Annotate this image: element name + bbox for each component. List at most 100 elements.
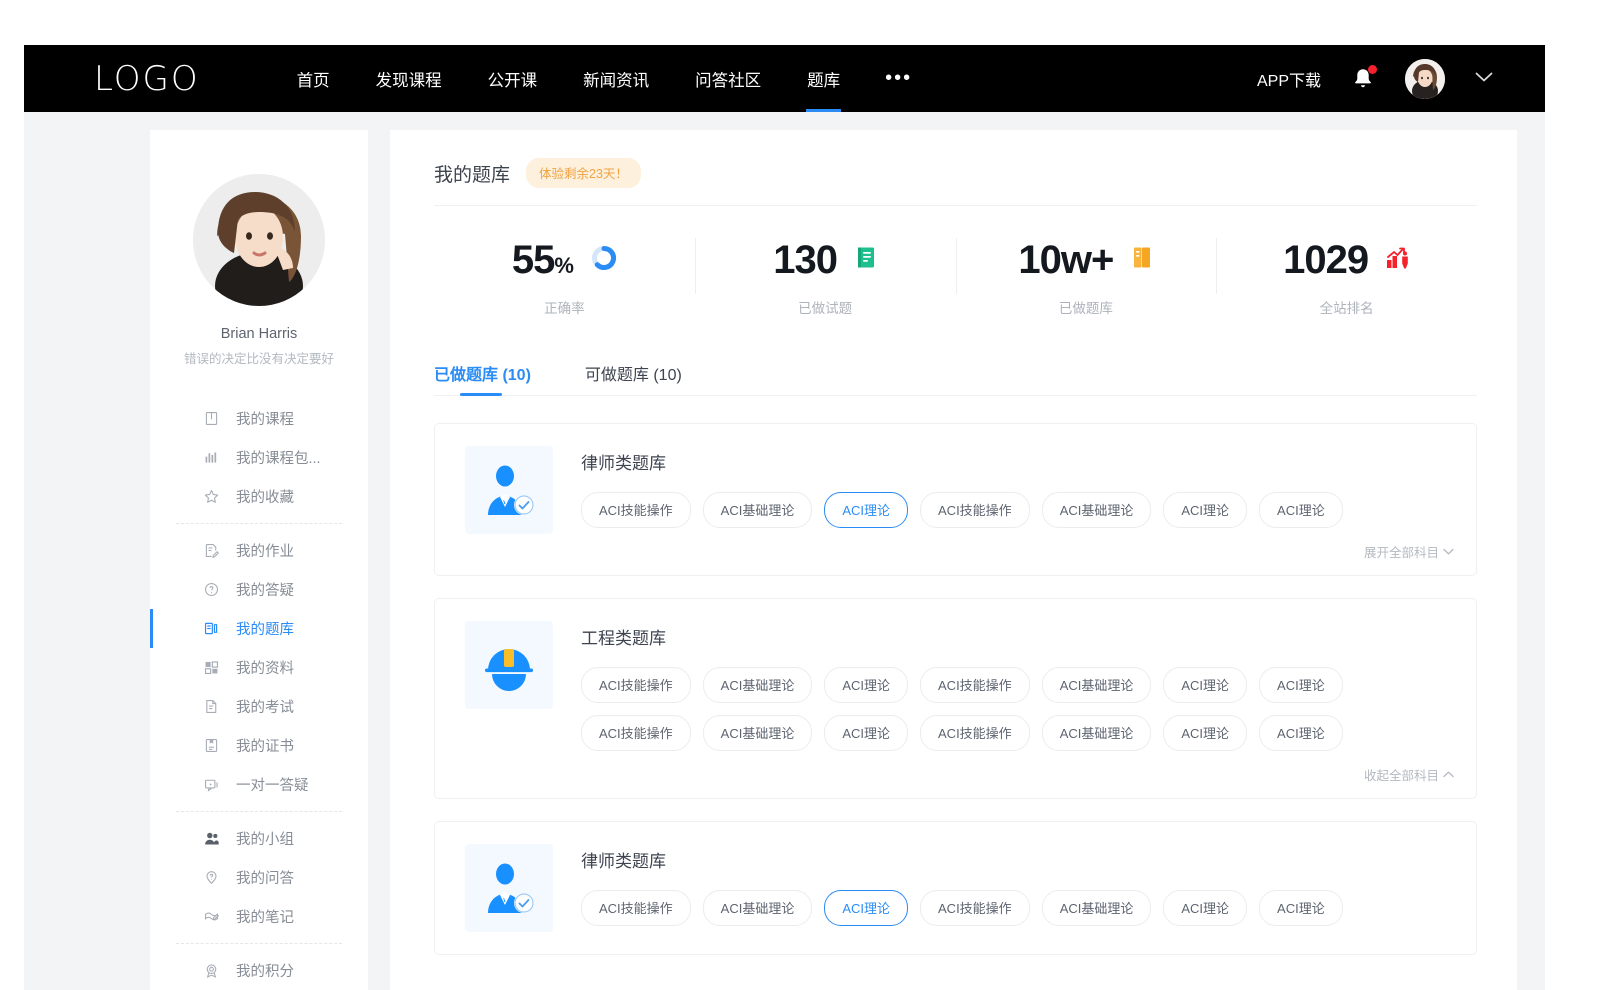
stat-value: 55% — [512, 240, 573, 280]
hard-hat-icon — [465, 621, 553, 709]
subject-tag[interactable]: ACI理论 — [1259, 890, 1343, 926]
subject-tag[interactable]: ACI技能操作 — [581, 890, 691, 926]
subject-tag[interactable]: ACI技能操作 — [920, 715, 1030, 751]
tag-row: ACI技能操作 ACI基础理论 ACI理论 ACI技能操作 ACI基础理论 ACI理论 AC… — [581, 492, 1454, 528]
certificate-icon — [202, 736, 220, 754]
content-tabs: 已做题库 (10) 可做题库 (10) — [434, 361, 1477, 396]
subject-tag[interactable]: ACI理论 — [1259, 715, 1343, 751]
stat-card-2: 10w+已做题库 — [956, 230, 1217, 323]
sidebar-item-9[interactable]: 一对一答疑 — [150, 765, 368, 804]
stat-label: 已做试题 — [798, 297, 852, 317]
card-footer: 收起全部科目 — [581, 763, 1454, 786]
medal-icon — [202, 961, 220, 979]
subject-tag[interactable]: ACI基础理论 — [1042, 667, 1152, 703]
subject-tag[interactable]: ACI基础理论 — [1042, 492, 1152, 528]
subject-tag[interactable]: ACI基础理论 — [703, 492, 813, 528]
card-title: 律师类题库 — [581, 847, 1454, 872]
subject-tag[interactable]: ACI理论 — [1163, 492, 1247, 528]
sidebar-item-label: 我的小组 — [236, 828, 294, 849]
chevron-down-icon[interactable] — [1475, 70, 1493, 88]
green-book-icon — [855, 246, 877, 275]
question-bank-card[interactable]: 律师类题库 ACI技能操作 ACI基础理论 ACI理论 ACI技能操作 ACI基础理论 AC… — [434, 821, 1477, 955]
user-name: Brian Harris — [166, 326, 352, 342]
stat-value-row: 130 — [773, 240, 877, 280]
question-bank-icon — [202, 619, 220, 637]
question-bank-card[interactable]: 律师类题库ACI技能操作ACI基础理论ACI理论ACI技能操作ACI基础理论AC… — [434, 423, 1477, 576]
card-body: 律师类题库ACI技能操作ACI基础理论ACI理论ACI技能操作ACI基础理论AC… — [581, 446, 1454, 563]
sidebar-item-13[interactable]: 我的积分 — [150, 951, 368, 990]
profile-card-icon — [202, 658, 220, 676]
subject-tag[interactable]: ACI基础理论 — [1042, 715, 1152, 751]
chat-box-icon — [202, 775, 220, 793]
notification-badge-dot — [1368, 65, 1377, 74]
subject-tag[interactable]: ACI理论 — [1163, 715, 1247, 751]
subject-tag[interactable]: ACI技能操作 — [920, 890, 1030, 926]
sidebar-item-7[interactable]: 我的考试 — [150, 687, 368, 726]
avatar[interactable] — [1405, 59, 1445, 99]
user-profile: Brian Harris 错误的决定比没有决定要好 — [150, 174, 368, 369]
subject-tag[interactable]: ACI基础理论 — [703, 715, 813, 751]
card-body: 工程类题库ACI技能操作ACI基础理论ACI理论ACI技能操作ACI基础理论AC… — [581, 621, 1454, 786]
sidebar-item-10[interactable]: 我的小组 — [150, 819, 368, 858]
main-nav: 首页发现课程公开课新闻资讯问答社区题库 — [274, 45, 864, 112]
card-title: 工程类题库 — [581, 624, 1454, 649]
subject-tag[interactable]: ACI理论 — [824, 715, 908, 751]
sidebar-item-label: 我的问答 — [236, 867, 294, 888]
sidebar-menu: 我的课程我的课程包...我的收藏我的作业我的答疑我的题库我的资料我的考试我的证书… — [150, 399, 368, 990]
subject-tag[interactable]: ACI技能操作 — [920, 492, 1030, 528]
stat-label: 正确率 — [544, 297, 585, 317]
subject-tag[interactable]: ACI理论 — [1259, 492, 1343, 528]
subject-tag[interactable]: ACI技能操作 — [581, 492, 691, 528]
site-logo[interactable]: LOGO — [94, 59, 200, 99]
expand-subjects-link[interactable]: 收起全部科目 — [1364, 765, 1454, 784]
app-page: LOGO 首页发现课程公开课新闻资讯问答社区题库 ••• APP下载 — [24, 45, 1545, 990]
stat-value: 10w+ — [1018, 240, 1113, 280]
red-rank-icon — [1386, 247, 1410, 274]
nav-item-3[interactable]: 新闻资讯 — [560, 45, 672, 112]
nav-item-5[interactable]: 题库 — [784, 45, 863, 112]
sidebar-item-0[interactable]: 我的课程 — [150, 399, 368, 438]
sidebar-item-3[interactable]: 我的作业 — [150, 531, 368, 570]
subject-tag[interactable]: ACI理论 — [824, 890, 908, 926]
question-bank-card[interactable]: 工程类题库ACI技能操作ACI基础理论ACI理论ACI技能操作ACI基础理论AC… — [434, 598, 1477, 799]
sidebar-item-8[interactable]: 我的证书 — [150, 726, 368, 765]
subject-tag[interactable]: ACI基础理论 — [1042, 890, 1152, 926]
page-header: 我的题库 体验剩余23天！ — [434, 158, 1477, 206]
sidebar-item-12[interactable]: 我的笔记 — [150, 897, 368, 936]
question-bank-list: 律师类题库ACI技能操作ACI基础理论ACI理论ACI技能操作ACI基础理论AC… — [434, 423, 1477, 955]
subject-tag[interactable]: ACI基础理论 — [703, 667, 813, 703]
sidebar-item-label: 我的考试 — [236, 696, 294, 717]
sidebar-item-4[interactable]: 我的答疑 — [150, 570, 368, 609]
subject-tag[interactable]: ACI理论 — [824, 492, 908, 528]
subject-tag[interactable]: ACI技能操作 — [581, 667, 691, 703]
nav-item-1[interactable]: 发现课程 — [353, 45, 465, 112]
subject-tag[interactable]: ACI技能操作 — [581, 715, 691, 751]
sidebar-item-11[interactable]: 我的问答 — [150, 858, 368, 897]
notification-bell-icon[interactable] — [1351, 66, 1375, 92]
tag-row: ACI技能操作 ACI基础理论 ACI理论 ACI技能操作 ACI基础理论 ACI理论 AC… — [581, 715, 1454, 751]
subject-tag[interactable]: ACI理论 — [1163, 890, 1247, 926]
nav-item-0[interactable]: 首页 — [274, 45, 353, 112]
expand-subjects-link[interactable]: 展开全部科目 — [1364, 542, 1454, 561]
sidebar-divider — [176, 523, 342, 524]
subject-tag[interactable]: ACI理论 — [824, 667, 908, 703]
app-download-link[interactable]: APP下载 — [1257, 67, 1321, 91]
main-content: 我的题库 体验剩余23天！ 55%正确率130已做试题10w+已做题库1029全… — [390, 130, 1517, 990]
subject-tag[interactable]: ACI基础理论 — [703, 890, 813, 926]
card-footer: 展开全部科目 — [581, 540, 1454, 563]
subject-tag[interactable]: ACI理论 — [1259, 667, 1343, 703]
sidebar-item-5[interactable]: 我的题库 — [150, 609, 368, 648]
subject-tag[interactable]: ACI理论 — [1163, 667, 1247, 703]
page-body: Brian Harris 错误的决定比没有决定要好 我的课程我的课程包...我的… — [24, 112, 1545, 990]
nav-item-4[interactable]: 问答社区 — [672, 45, 784, 112]
nav-item-2[interactable]: 公开课 — [465, 45, 561, 112]
sidebar-item-1[interactable]: 我的课程包... — [150, 438, 368, 477]
sidebar-item-2[interactable]: 我的收藏 — [150, 477, 368, 516]
tab-0[interactable]: 已做题库 (10) — [434, 361, 531, 396]
card-body: 律师类题库 ACI技能操作 ACI基础理论 ACI理论 ACI技能操作 ACI基础理论 AC… — [581, 844, 1454, 942]
sidebar-item-6[interactable]: 我的资料 — [150, 648, 368, 687]
subject-tag[interactable]: ACI技能操作 — [920, 667, 1030, 703]
tab-1[interactable]: 可做题库 (10) — [585, 361, 682, 396]
nav-more-icon[interactable]: ••• — [863, 45, 934, 112]
stat-value-row: 1029 — [1283, 240, 1410, 280]
